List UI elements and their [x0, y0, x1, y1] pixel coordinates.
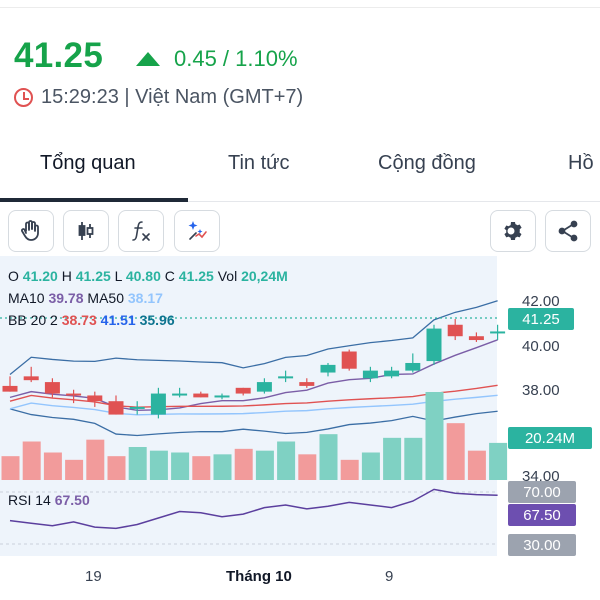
candle-body	[193, 393, 209, 398]
rsi-lower-badge: 30.00	[508, 534, 576, 556]
candle-body	[44, 382, 60, 394]
candle-body	[299, 382, 315, 386]
candle-body	[320, 364, 336, 373]
rsi-upper-badge: 70.00	[508, 481, 576, 503]
tab-news[interactable]: Tin tức	[228, 152, 290, 175]
candle-body	[66, 393, 82, 396]
current-price: 41.25	[14, 36, 104, 75]
bb-legend: BB 20 2 38.73 41.51 35.96	[8, 312, 175, 328]
volume-bar	[298, 454, 317, 480]
price-chart[interactable]: O 41.20 H 41.25 L 40.80 C 41.25 Vol 20,2…	[0, 256, 600, 600]
candle-body	[447, 324, 463, 337]
volume-bar	[65, 459, 84, 480]
active-tab-indicator	[0, 198, 188, 202]
candle-body	[341, 351, 357, 369]
x-axis-label: Tháng 10	[226, 568, 292, 585]
up-arrow-icon	[136, 52, 160, 66]
candle-body	[235, 387, 251, 394]
volume-bar	[128, 447, 147, 480]
share-button[interactable]	[545, 210, 591, 252]
candle-body	[108, 401, 124, 415]
ai-insight-button[interactable]	[174, 210, 220, 252]
rsi-value-badge: 67.50	[508, 504, 576, 526]
candle-body	[2, 385, 18, 392]
volume-bar	[383, 437, 402, 480]
clock-icon	[14, 88, 33, 107]
change-value: 0.45 / 1.10%	[174, 46, 298, 71]
function-icon	[132, 221, 150, 241]
volume-bar	[1, 456, 20, 480]
volume-bar	[489, 442, 508, 480]
indicators-button[interactable]	[118, 210, 164, 252]
volume-bar	[404, 437, 423, 480]
candle-body	[150, 393, 166, 415]
candle-body	[214, 395, 230, 398]
time-text: 15:29:23 | Việt Nam (GMT+7)	[41, 86, 304, 108]
candle-body	[405, 362, 421, 371]
x-axis-label: 19	[85, 568, 102, 585]
last-price-badge: 41.25	[508, 308, 574, 330]
candle-body	[256, 382, 272, 392]
candle-body	[384, 370, 400, 377]
volume-bar	[446, 423, 465, 480]
share-icon	[558, 220, 578, 242]
candlestick-icon	[78, 222, 94, 240]
candle-body	[87, 395, 103, 402]
gear-icon	[504, 222, 522, 240]
ma-legend: MA10 39.78 MA50 38.17	[8, 290, 163, 306]
hand-icon	[21, 220, 39, 241]
candle-body	[490, 331, 506, 334]
volume-bar	[319, 434, 338, 480]
price-tick: 38.00	[522, 382, 560, 399]
volume-bar	[171, 452, 190, 480]
volume-bar	[149, 450, 168, 480]
candle-body	[426, 328, 442, 362]
volume-bar	[361, 452, 380, 480]
quote-time: 15:29:23 | Việt Nam (GMT+7)	[14, 86, 303, 109]
candle-body	[362, 370, 378, 379]
tab-bar: Tổng quan Tin tức Cộng đồng Hồ	[0, 136, 600, 202]
volume-bar	[255, 450, 274, 480]
volume-badge: 20.24M	[508, 427, 592, 449]
status-strip	[0, 0, 600, 8]
volume-bar	[467, 450, 486, 480]
price-tick: 40.00	[522, 338, 560, 355]
volume-bar	[277, 441, 296, 480]
volume-bar	[234, 448, 253, 480]
candle-body	[172, 393, 188, 396]
volume-bar	[213, 454, 232, 480]
chart-type-button[interactable]	[63, 210, 109, 252]
tab-community[interactable]: Cộng đồng	[378, 152, 476, 175]
volume-bar	[22, 441, 41, 480]
x-axis-label: 9	[385, 568, 394, 585]
volume-bar	[86, 439, 105, 480]
volume-bar	[340, 459, 359, 480]
volume-bar	[425, 392, 444, 480]
candle-body	[129, 406, 145, 409]
volume-bar	[43, 452, 62, 480]
chart-toolbar	[0, 210, 600, 252]
rsi-legend: RSI 14 67.50	[8, 492, 90, 508]
candle-body	[468, 336, 484, 341]
ai-magic-icon	[188, 221, 207, 240]
drawing-tool-button[interactable]	[8, 210, 54, 252]
volume-bar	[107, 456, 126, 480]
settings-button[interactable]	[490, 210, 536, 252]
volume-bar	[192, 456, 211, 480]
tab-profile[interactable]: Hồ	[568, 152, 594, 175]
price-change: 0.45 / 1.10%	[136, 46, 298, 72]
candle-body	[23, 376, 39, 381]
tab-overview[interactable]: Tổng quan	[40, 152, 136, 175]
ohlc-legend: O 41.20 H 41.25 L 40.80 C 41.25 Vol 20,2…	[8, 268, 288, 284]
candle-body	[278, 376, 294, 379]
